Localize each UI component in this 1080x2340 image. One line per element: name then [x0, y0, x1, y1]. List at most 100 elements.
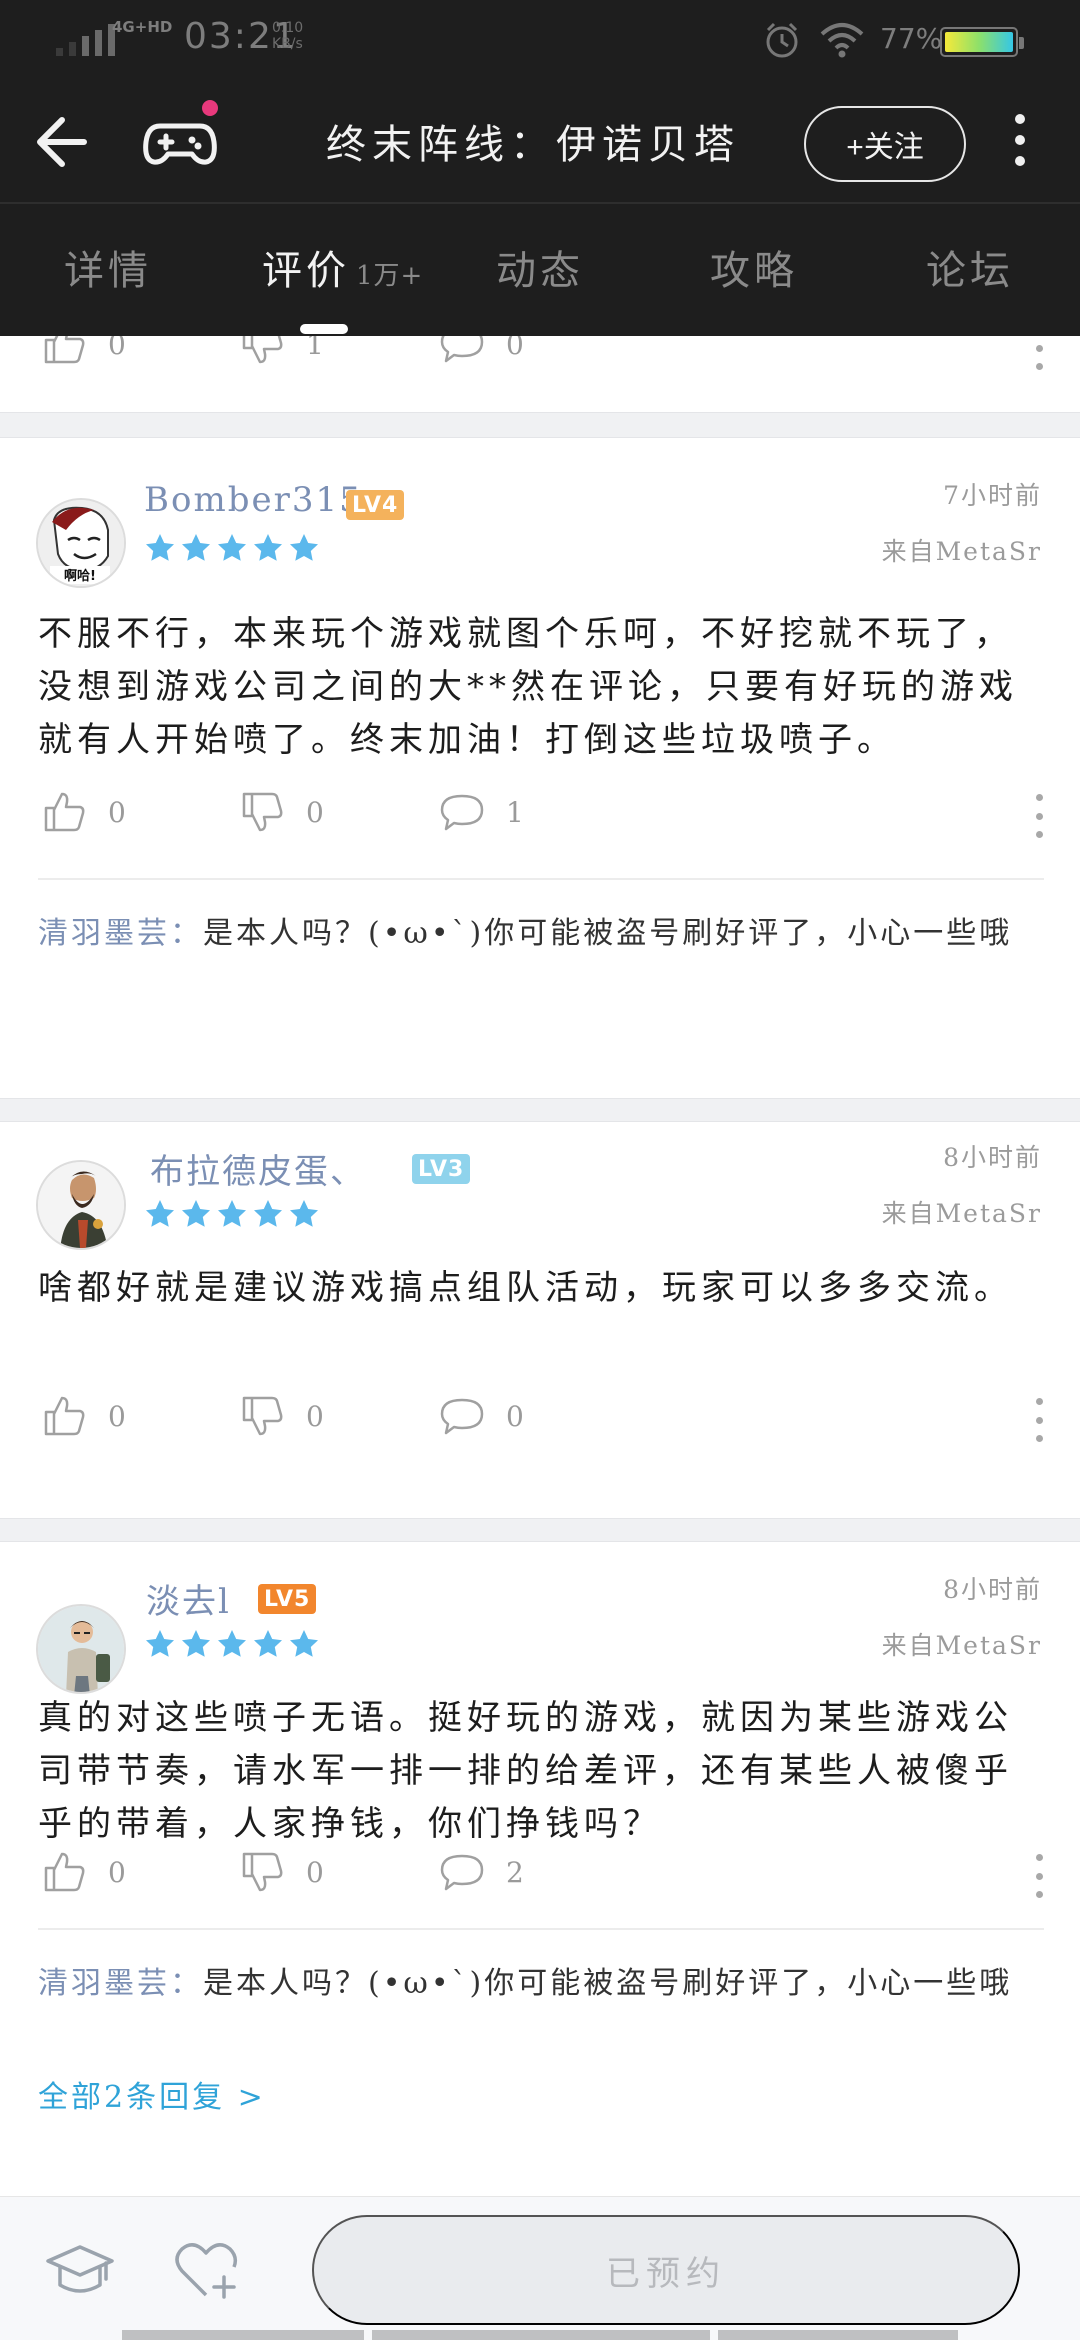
- review-time: 7小时前: [943, 481, 1042, 510]
- star-icon: [218, 534, 246, 561]
- more-options-icon[interactable]: [1024, 1398, 1054, 1442]
- gamepad-button[interactable]: [140, 100, 220, 180]
- reply-divider: [38, 878, 1044, 880]
- username[interactable]: 布拉德皮蛋、: [150, 1144, 366, 1193]
- review-card: 啊哈! Bomber315 LV4 7小时前 来自MetaSr 不服不行，本来玩…: [0, 438, 1080, 1046]
- card-separator: [0, 1518, 1080, 1542]
- system-nav-bar: [122, 2330, 364, 2340]
- all-replies-link[interactable]: 全部2条回复 >: [38, 2072, 266, 2116]
- reply-divider: [38, 1928, 1044, 1930]
- dislike-count: 1: [306, 336, 324, 361]
- bottom-bar: 已预约: [0, 2196, 1080, 2340]
- graduation-cap-icon[interactable]: [44, 2235, 116, 2307]
- reply-text: 是本人吗？(•ω•`)你可能被盗号刷好评了，小心一些哦: [203, 1966, 1013, 2001]
- avatar-image: [38, 1606, 124, 1692]
- battery-icon: [940, 27, 1024, 57]
- thumbs-up-icon: [44, 792, 85, 832]
- thumbs-down-icon: [242, 792, 283, 832]
- active-tab-indicator: [300, 324, 348, 334]
- reply[interactable]: 清羽墨芸：是本人吗？(•ω•`)你可能被盗号刷好评了，小心一些哦: [38, 1962, 1048, 2006]
- comment-button[interactable]: 2: [438, 1848, 524, 1896]
- tab-guides[interactable]: 攻略: [710, 238, 798, 296]
- network-speed-unit: KB/s: [272, 36, 303, 52]
- star-icon: [254, 534, 282, 561]
- like-button[interactable]: 0: [40, 336, 126, 368]
- level-badge: LV3: [412, 1154, 471, 1184]
- star-icon: [254, 1200, 282, 1227]
- username[interactable]: Bomber315: [144, 480, 363, 520]
- review-card: 布拉德皮蛋、 LV3 8小时前 来自MetaSr 啥都好就是建议游戏搞点组队活动…: [0, 1122, 1080, 1548]
- dislike-button[interactable]: 0: [238, 788, 324, 836]
- thumbs-up-icon: [44, 1396, 85, 1436]
- dislike-button[interactable]: 1: [238, 336, 324, 368]
- review-actions: 0 0 2: [0, 1848, 1080, 1908]
- review-text[interactable]: 不服不行，本来玩个游戏就图个乐呵，不好挖就不玩了，没想到游戏公司之间的大**然在…: [38, 608, 1048, 767]
- like-count: 0: [108, 1855, 126, 1889]
- more-options-icon[interactable]: [1024, 1854, 1054, 1898]
- star-icon: [182, 1200, 210, 1227]
- review-source: 来自MetaSr: [881, 1199, 1042, 1228]
- tab-reviews[interactable]: 评价 1万+: [262, 238, 423, 296]
- tab-forum[interactable]: 论坛: [926, 238, 1014, 296]
- level-badge: LV4: [346, 490, 405, 520]
- more-options-icon[interactable]: [1000, 108, 1040, 172]
- reserved-button[interactable]: 已预约: [312, 2215, 1020, 2325]
- dislike-button[interactable]: 0: [238, 1392, 324, 1440]
- review-actions: 0 1 0: [0, 336, 1080, 380]
- thumbs-down-icon: [242, 1396, 283, 1436]
- review-source: 来自MetaSr: [881, 537, 1042, 566]
- network-speed-value: 0.10: [272, 20, 304, 36]
- follow-button[interactable]: +关注: [804, 106, 966, 182]
- star-rating: [144, 1628, 320, 1660]
- thumbs-up-icon: [44, 336, 85, 364]
- tab-details[interactable]: 详情: [64, 238, 152, 296]
- comment-icon: [440, 336, 484, 363]
- thumbs-down-icon: [242, 1852, 283, 1892]
- like-button[interactable]: 0: [40, 1848, 126, 1896]
- star-icon: [218, 1630, 246, 1657]
- wifi-icon: [820, 23, 864, 58]
- like-button[interactable]: 0: [40, 1392, 126, 1440]
- review-source: 来自MetaSr: [881, 1631, 1042, 1660]
- avatar[interactable]: [36, 1604, 126, 1694]
- username[interactable]: 淡去l: [146, 1574, 231, 1623]
- comment-button[interactable]: 0: [438, 336, 524, 368]
- comment-button[interactable]: 0: [438, 1392, 524, 1440]
- review-card: 淡去l LV5 8小时前 来自MetaSr 真的对这些喷子无语。挺好玩的游戏，就…: [0, 1542, 1080, 2196]
- comment-button[interactable]: 1: [438, 788, 524, 836]
- star-icon: [290, 1200, 318, 1227]
- star-icon: [146, 1630, 174, 1657]
- dislike-count: 0: [306, 795, 324, 829]
- top-header: 4G+HD 03:21 0.10 KB/s 77% 终末阵线：伊诺贝塔 +关注 …: [0, 0, 1080, 336]
- avatar[interactable]: 啊哈!: [36, 498, 126, 588]
- thumbs-down-icon: [242, 336, 283, 364]
- game-title: 终末阵线：伊诺贝塔: [326, 122, 740, 168]
- back-arrow-icon[interactable]: [28, 110, 92, 174]
- star-icon: [146, 1200, 174, 1227]
- tab-reviews-count: 1万+: [356, 261, 424, 291]
- star-icon: [182, 534, 210, 561]
- reply[interactable]: 清羽墨芸：是本人吗？(•ω•`)你可能被盗号刷好评了，小心一些哦: [38, 912, 1048, 956]
- level-badge: LV5: [258, 1584, 317, 1614]
- star-icon: [218, 1200, 246, 1227]
- like-button[interactable]: 0: [40, 788, 126, 836]
- dislike-button[interactable]: 0: [238, 1848, 324, 1896]
- more-options-icon[interactable]: [1024, 336, 1054, 370]
- review-actions: 0 0 1: [0, 788, 1080, 848]
- more-options-icon[interactable]: [1024, 794, 1054, 838]
- comment-icon: [440, 1398, 484, 1435]
- avatar[interactable]: [36, 1160, 126, 1250]
- star-icon: [182, 1630, 210, 1657]
- star-icon: [290, 1630, 318, 1657]
- avatar-image: [38, 1162, 124, 1248]
- tab-feed[interactable]: 动态: [496, 238, 584, 296]
- like-count: 0: [108, 795, 126, 829]
- heart-add-icon[interactable]: [170, 2235, 242, 2307]
- review-text[interactable]: 啥都好就是建议游戏搞点组队活动，玩家可以多多交流。: [38, 1262, 1048, 1315]
- network-type: 4G+HD: [112, 18, 173, 36]
- notification-dot: [202, 100, 218, 116]
- tab-reviews-label: 评价: [262, 248, 350, 294]
- review-list[interactable]: 0 1 0 啊哈! Bomber315 LV4 7小时前 来自MetaSr 不服…: [0, 336, 1080, 2196]
- review-text[interactable]: 真的对这些喷子无语。挺好玩的游戏，就因为某些游戏公司带节奏，请水军一排一排的给差…: [38, 1692, 1048, 1851]
- review-time: 8小时前: [943, 1575, 1042, 1604]
